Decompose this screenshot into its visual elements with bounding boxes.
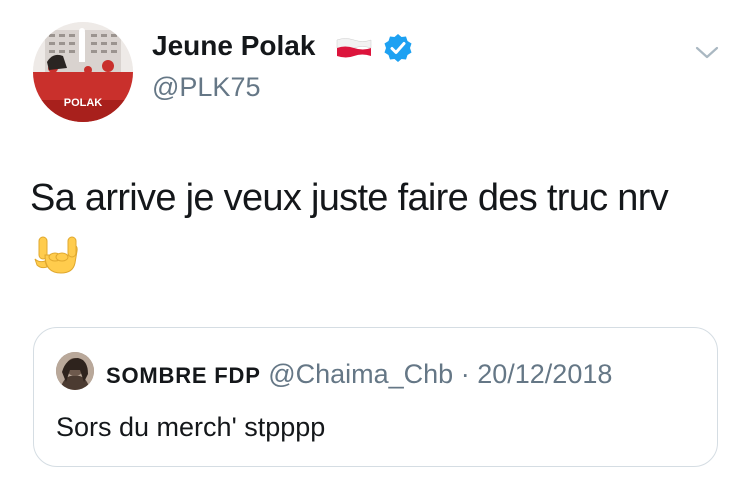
quoted-header-separator: ·	[460, 359, 470, 389]
quoted-author-handle[interactable]: @Chaima_Chb	[268, 359, 453, 389]
author-handle[interactable]: @PLK75	[152, 72, 260, 103]
tweet-card: POLAK Jeune Polak @PLK75 Sa arrive je ve…	[0, 0, 733, 502]
chevron-down-icon[interactable]	[693, 42, 721, 62]
author-name[interactable]: Jeune Polak	[152, 30, 315, 62]
sign-of-the-horns-icon	[34, 236, 78, 274]
author-avatar[interactable]: POLAK	[33, 22, 133, 122]
quoted-tweet-header: SOMBRE FDP @Chaima_Chb · 20/12/2018	[106, 358, 612, 392]
verified-badge-icon	[384, 34, 412, 62]
quoted-tweet-card[interactable]: SOMBRE FDP @Chaima_Chb · 20/12/2018 Sors…	[33, 327, 718, 467]
quoted-tweet-date[interactable]: 20/12/2018	[477, 359, 612, 389]
avatar-logo-text: POLAK	[64, 97, 103, 109]
quoted-author-avatar[interactable]	[56, 352, 94, 390]
quoted-author-name[interactable]: SOMBRE FDP	[106, 363, 261, 388]
quoted-tweet-text: Sors du merch' stpppp	[56, 412, 326, 442]
tweet-text: Sa arrive je veux juste faire des truc n…	[30, 177, 669, 219]
poland-flag-icon	[336, 38, 372, 58]
